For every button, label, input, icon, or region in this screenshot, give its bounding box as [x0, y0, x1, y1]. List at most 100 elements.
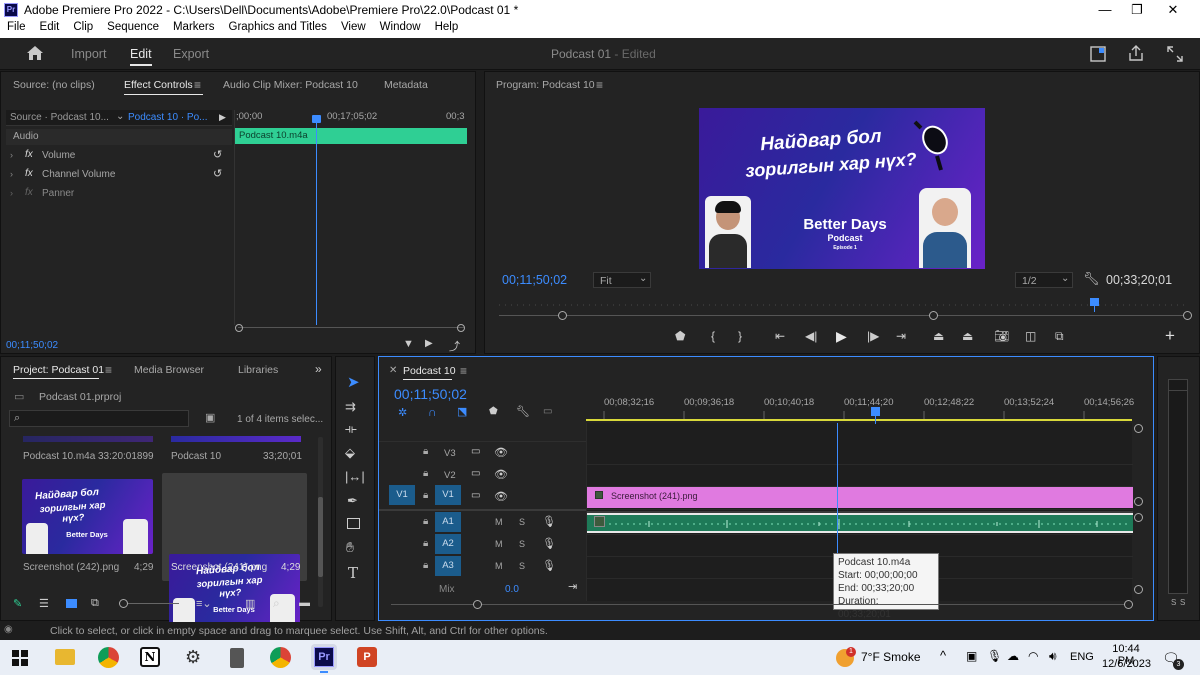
meter-solo-right[interactable]: S [1180, 598, 1185, 607]
sync-lock-icon[interactable]: ▭ [471, 446, 480, 457]
eye-icon[interactable]: 👁︎ [494, 468, 508, 481]
work-area-bar[interactable] [586, 419, 1132, 421]
nest-icon[interactable]: ✲ [398, 406, 407, 419]
razor-tool-icon[interactable]: ⬙ [345, 445, 355, 461]
expand-chevron-icon[interactable]: › [10, 188, 13, 198]
file-explorer-icon[interactable] [55, 649, 75, 665]
panel-menu-icon[interactable]: ≡ [194, 78, 201, 92]
zoom-slider[interactable] [119, 603, 179, 604]
zoom-scrollbar[interactable] [238, 327, 464, 328]
step-forward-icon[interactable]: |▶︎ [867, 329, 879, 343]
powerpoint-icon[interactable]: P [357, 647, 377, 667]
add-marker-icon[interactable]: ⬟ [489, 406, 498, 417]
mute-button[interactable]: M [495, 517, 503, 527]
track-height-handle[interactable] [1134, 585, 1143, 594]
export-frame-icon[interactable]: ⤴ [449, 338, 460, 354]
freeform-view-icon[interactable]: ⧉ [91, 597, 99, 610]
lock-icon[interactable]: 🔒︎ [423, 516, 428, 527]
menu-clip[interactable]: Clip [66, 20, 100, 38]
tray-microphone-icon[interactable]: 🎙︎ [987, 649, 1002, 663]
tab-audio-clip-mixer[interactable]: Audio Clip Mixer: Podcast 10 [223, 79, 358, 91]
project-item-thumbnail[interactable]: Найдвар бол зорилгын хар нүх? Better Day… [22, 479, 153, 554]
solo-button[interactable]: S [519, 539, 525, 549]
source-clip-label[interactable]: Source · Podcast 10... [10, 112, 109, 123]
home-icon[interactable] [26, 45, 44, 61]
program-scrubber[interactable] [499, 301, 1189, 309]
menu-graphics[interactable]: Graphics and Titles [222, 20, 334, 38]
effect-row-panner[interactable]: › fx Panner [6, 185, 232, 203]
horizontal-scroll-handle[interactable] [473, 600, 482, 609]
panel-menu-icon[interactable]: ≡ [596, 78, 603, 92]
fx-icon[interactable]: fx [25, 168, 33, 179]
reset-icon[interactable]: ↺ [213, 167, 222, 180]
wrench-icon[interactable]: 🔧︎ [516, 405, 530, 418]
fx-icon[interactable]: fx [25, 187, 33, 198]
language-indicator[interactable]: ENG [1070, 651, 1094, 663]
mute-button[interactable]: M [495, 561, 503, 571]
project-item-name[interactable]: Screenshot (241).png [171, 562, 267, 573]
close-button[interactable]: ✕ [1150, 0, 1196, 20]
volume-icon[interactable]: 🔊︎ [1049, 649, 1057, 664]
fullscreen-icon[interactable] [1167, 46, 1183, 62]
extract-icon[interactable]: ⏏ [962, 329, 973, 343]
expand-chevron-icon[interactable]: › [10, 150, 13, 160]
video-clip[interactable]: Screenshot (241).png [587, 487, 1133, 508]
mark-in-icon[interactable]: { [711, 329, 715, 343]
zoom-handle-left[interactable] [558, 311, 567, 320]
menu-view[interactable]: View [334, 20, 373, 38]
hand-tool-icon[interactable]: ✋︎ [346, 539, 354, 556]
chrome-icon[interactable] [98, 647, 119, 668]
windows-start-icon[interactable] [12, 650, 28, 666]
fit-dropdown[interactable]: Fit ⌄ [593, 272, 651, 288]
fx-icon[interactable]: fx [25, 149, 33, 160]
timeline-ruler[interactable]: 00;08;32;16 00;09;36;18 00;10;40;18 00;1… [586, 389, 1142, 419]
tab-media-browser[interactable]: Media Browser [134, 364, 204, 376]
track-label[interactable]: A3 [435, 556, 461, 576]
microphone-icon[interactable]: 🎙︎ [542, 515, 556, 528]
snap-icon[interactable]: ∩ [428, 405, 437, 419]
vertical-scroll-handle[interactable] [1134, 424, 1143, 433]
quick-export-icon[interactable] [1090, 46, 1106, 62]
effect-row-volume[interactable]: › fx Volume ↺ [6, 147, 232, 165]
slip-tool-icon[interactable]: |↔| [345, 469, 365, 484]
track-height-handle[interactable] [1134, 513, 1143, 522]
step-back-icon[interactable]: ◀︎| [805, 329, 817, 343]
program-timecode-current[interactable]: 00;11;50;02 [502, 273, 567, 287]
microphone-icon[interactable]: 🎙︎ [542, 537, 556, 550]
effect-controls-timecode[interactable]: 00;11;50;02 [6, 340, 58, 351]
selection-tool-icon[interactable]: ➤ [347, 373, 360, 391]
menu-sequence[interactable]: Sequence [100, 20, 166, 38]
wifi-icon[interactable]: ◠ [1028, 649, 1038, 663]
cloud-icon[interactable]: ☁ [1007, 649, 1019, 663]
lock-icon[interactable]: 🔒︎ [423, 490, 428, 501]
program-playhead[interactable] [1090, 298, 1099, 306]
lock-icon[interactable]: 🔒︎ [423, 560, 428, 571]
add-marker-icon[interactable]: ⬟ [675, 329, 685, 343]
clock-date[interactable]: 12/6/2023 [1102, 658, 1151, 670]
sync-lock-icon[interactable]: ▭ [471, 490, 480, 501]
horizontal-scroll-handle-right[interactable] [1124, 600, 1133, 609]
panel-menu-icon[interactable]: ≡ [460, 364, 467, 378]
scroll-handle-left[interactable] [235, 324, 243, 332]
video-audio-divider[interactable] [379, 509, 586, 511]
multi-camera-icon[interactable]: ⧉ [1055, 329, 1064, 344]
program-zoom-bar[interactable] [499, 315, 1189, 316]
track-content-area[interactable]: Screenshot (241).png Podcast 10.m4a Star… [586, 423, 1133, 620]
project-item-name[interactable]: Screenshot (242).png [23, 562, 119, 573]
chevron-up-icon[interactable]: ^ [940, 648, 946, 663]
tab-effect-controls[interactable]: Effect Controls [124, 79, 193, 91]
tab-libraries[interactable]: Libraries [238, 364, 278, 376]
premiere-taskbar-icon[interactable]: Pr [314, 647, 334, 667]
comparison-view-icon[interactable]: ◫ [1025, 329, 1036, 343]
horizontal-scrollbar[interactable] [391, 604, 1131, 605]
tab-project[interactable]: Project: Podcast 01 [13, 364, 104, 376]
tab-edit[interactable]: Edit [130, 47, 152, 61]
go-to-in-icon[interactable]: ⇤ [775, 329, 785, 343]
mark-out-icon[interactable]: } [738, 329, 742, 343]
filter-icon[interactable]: ▼ [403, 338, 414, 350]
zoom-slider-handle[interactable] [119, 599, 128, 608]
sort-icon[interactable]: ≡⌄ [196, 597, 212, 610]
tab-export[interactable]: Export [173, 47, 209, 61]
rectangle-tool-icon[interactable] [347, 518, 360, 529]
pen-tool-icon[interactable]: ✒ [347, 493, 358, 509]
